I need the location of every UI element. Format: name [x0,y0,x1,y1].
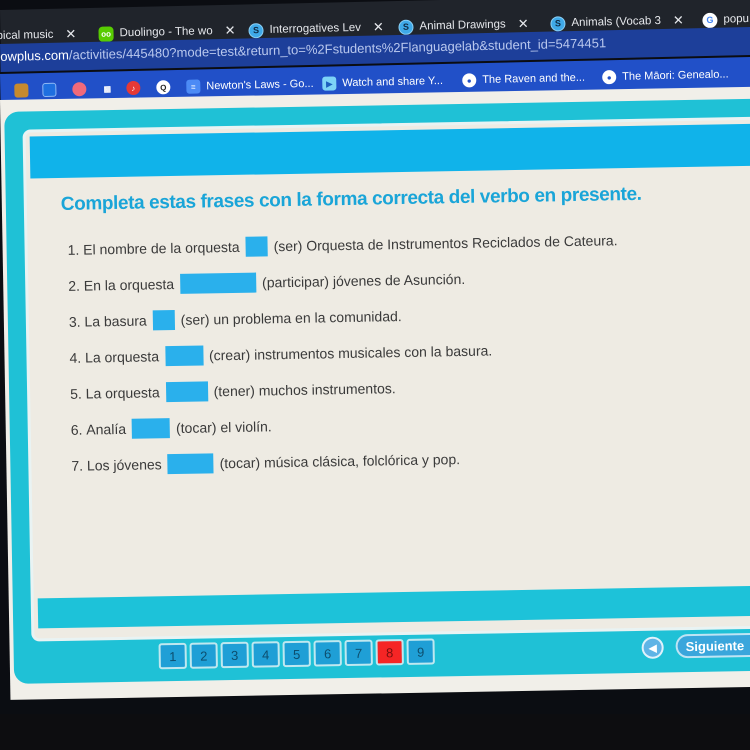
bookmark-label: The Raven and the... [482,71,586,87]
question-row: 7. Los jóvenes (tocar) música clásica, f… [71,449,460,476]
s-icon: S [248,22,264,38]
s-icon: S [398,19,414,35]
close-icon[interactable]: ✕ [65,26,76,42]
tab-label: Animals (Vocab 3 [571,15,662,30]
bookmark-classroom[interactable] [14,81,34,99]
bookmark-app[interactable]: ▦ [100,79,120,97]
page-button-8-current[interactable]: 8 [375,639,404,666]
question-row: 2. En la orquesta (participar) jóvenes d… [68,269,465,296]
bookmark-app[interactable] [72,80,92,98]
docs-icon: ≡ [186,79,201,94]
question-number: 6. [70,421,83,438]
question-row: 6. Analía (tocar) el violín. [71,416,272,440]
answer-blank-input[interactable] [245,236,268,257]
question-row: 3. La basura (ser) un problema en la com… [69,306,402,332]
screen: pical music ✕ oo Duolingo - The wo ✕ S I… [0,0,750,750]
close-icon[interactable]: ✕ [373,19,384,35]
globe-icon: ● [602,70,617,85]
classroom-icon [14,83,29,98]
monitor-bezel [0,714,750,750]
header-band [29,123,750,179]
question-row: 4. La orquesta (crear) instrumentos musi… [69,340,492,367]
grid-icon: ▦ [103,83,112,94]
tab-label: pical music [0,28,54,43]
question-before: La orquesta [84,348,160,366]
question-after: (ser) Orquesta de Instrumentos Reciclado… [273,232,618,255]
bookmark-app[interactable] [42,81,62,99]
answer-blank-input[interactable] [164,345,204,367]
globe-icon: ● [462,73,477,88]
question-after: (tocar) el violín. [175,418,272,436]
footer-band [37,585,750,629]
question-number: 4. [69,349,82,366]
question-number: 7. [71,457,84,474]
next-button[interactable]: Siguiente ▶ [675,632,750,659]
close-icon[interactable]: ✕ [224,23,235,39]
question-pagination: 1 2 3 4 5 6 7 8 9 [158,638,435,670]
question-after: (tener) muchos instrumentos. [213,380,396,400]
question-before: La basura [84,312,147,330]
question-after: (ser) un problema en la comunidad. [180,308,402,328]
bookmark-item[interactable]: ≡ Newton's Laws - Go... [186,75,314,96]
page-button-1[interactable]: 1 [158,642,187,670]
question-after: (crear) instrumentos musicales con la ba… [208,342,493,364]
tab-label: Animal Drawings [419,18,506,33]
page-button-4[interactable]: 4 [251,641,280,668]
google-icon: G [702,12,718,28]
bookmark-label: Newton's Laws - Go... [206,77,314,93]
tab-label: popu [723,13,750,26]
tab-label: Interrogatives Lev [269,21,362,36]
s-icon: S [550,15,566,32]
question-number: 5. [69,385,82,402]
close-icon[interactable]: ✕ [673,12,684,28]
app-icon [42,82,57,98]
question-number: 2. [68,277,81,294]
answer-blank-input[interactable] [179,272,257,294]
answer-blank-input[interactable] [152,309,175,331]
page-button-5[interactable]: 5 [282,640,311,668]
bookmark-label: Watch and share Y... [342,74,444,90]
url-host: owplus.com [0,47,70,64]
question-panel: Completa estas frases con la forma corre… [22,116,750,642]
quizlet-icon: Q [156,80,171,95]
activity-page: Completa estas frases con la forma corre… [0,86,750,700]
question-row: 1. El nombre de la orquesta (ser) Orques… [67,230,617,260]
question-before: La orquesta [85,384,160,402]
activity-frame: Completa estas frases con la forma corre… [4,98,750,684]
question-before: El nombre de la orquesta [83,238,240,258]
answer-blank-input[interactable] [131,418,171,439]
question-after: (tocar) música clásica, folclórica y pop… [219,451,461,472]
question-row: 5. La orquesta (tener) muchos instrument… [70,378,396,404]
chevron-left-icon: ◀ [648,642,658,655]
page-button-7[interactable]: 7 [344,639,373,667]
question-number: 1. [67,241,80,258]
circle-app-icon [72,82,87,97]
bookmark-app[interactable]: Q [156,78,176,96]
tab-label: Duolingo - The wo [119,25,213,40]
duolingo-icon: oo [98,25,114,42]
question-before: En la orquesta [83,275,175,294]
previous-button[interactable]: ◀ [641,636,664,659]
play-icon: ▶ [322,76,337,91]
page-button-9[interactable]: 9 [406,638,435,665]
question-after: (participar) jóvenes de Asunción. [261,270,466,291]
question-before: Los jóvenes [86,456,162,474]
page-button-3[interactable]: 3 [220,641,249,669]
bookmark-app[interactable]: ♪ [126,79,146,97]
next-button-label: Siguiente [685,637,745,654]
music-icon: ♪ [126,80,141,96]
instructions-heading: Completa estas frases con la forma corre… [60,183,642,215]
answer-blank-input[interactable] [167,453,214,475]
bookmark-item[interactable]: ▶ Watch and share Y... [322,72,443,93]
question-number: 3. [68,313,81,330]
bookmark-item[interactable]: ● The Māori: Genealo... [602,65,729,86]
close-icon[interactable]: ✕ [518,16,529,32]
question-before: Analía [86,420,127,438]
answer-blank-input[interactable] [165,381,208,403]
bookmark-item[interactable]: ● The Raven and the... [462,69,585,90]
page-button-6[interactable]: 6 [313,640,342,667]
bookmark-label: The Māori: Genealo... [622,68,729,83]
page-button-2[interactable]: 2 [189,642,218,669]
